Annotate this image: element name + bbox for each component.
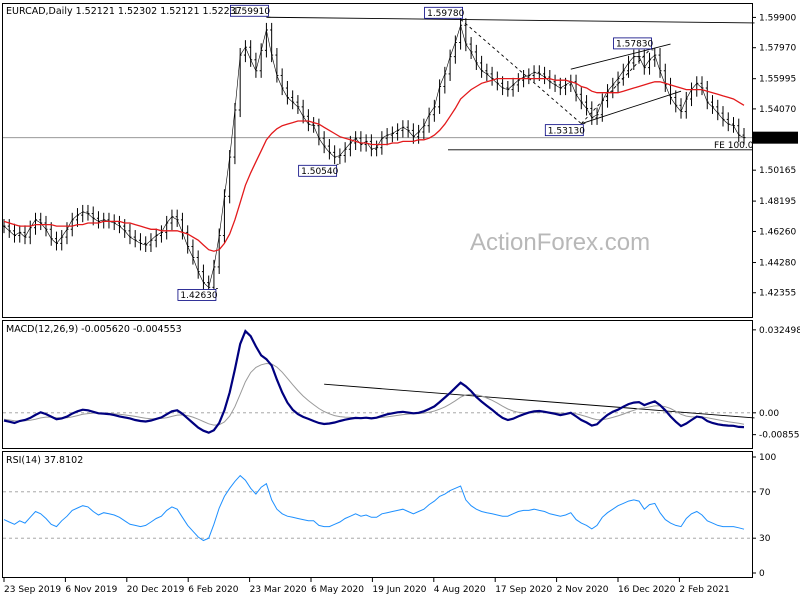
macd-y-tick-label: -0.00855 xyxy=(759,431,799,441)
price-y-tick-label: 1.48195 xyxy=(759,197,796,207)
x-tick-label: 19 Jun 2020 xyxy=(372,585,426,595)
price-y-tick-label: 1.42355 xyxy=(759,289,796,299)
x-tick-label: 6 Feb 2020 xyxy=(188,585,239,595)
level-label-text: 1.42630 xyxy=(180,291,217,301)
price-trend-line xyxy=(581,90,682,125)
rsi-line xyxy=(3,474,745,542)
level-label-text: 1.57830 xyxy=(616,40,653,50)
rsi-panel-header: RSI(14) 37.8102 xyxy=(6,455,83,466)
x-tick-label: 4 Aug 2020 xyxy=(434,585,486,595)
current-price-tag-text: 1.52237 xyxy=(757,134,794,144)
price-marks: 1.599001.579701.559951.540701.521451.501… xyxy=(2,4,798,301)
x-tick-label: 17 Sep 2020 xyxy=(495,585,552,595)
rsi-marks: 100 70 30 0 xyxy=(3,453,776,579)
macd-y-tick-label: 0.032498 xyxy=(759,326,800,336)
x-tick-label: 6 May 2020 xyxy=(311,585,364,595)
price-y-tick-label: 1.59900 xyxy=(759,13,796,23)
price-trend-line xyxy=(266,16,755,24)
price-panel-header: EURCAD,Daily 1.52121 1.52302 1.52121 1.5… xyxy=(6,6,242,17)
level-label-text: 1.50540 xyxy=(301,167,338,177)
x-tick-label: 16 Dec 2020 xyxy=(618,585,676,595)
rsi-y-tick-label: 70 xyxy=(759,488,771,498)
forex-chart: ActionForex.com 1.59900 1.57970 1.55995 1.5… xyxy=(2,3,800,595)
price-panel-frame xyxy=(2,3,753,318)
level-label-text: 1.53130 xyxy=(548,126,585,136)
macd-marks: 0.032498 0.00 -0.00855 xyxy=(3,326,800,441)
rsi-y-tick-label: 100 xyxy=(759,453,776,463)
macd-line xyxy=(3,329,745,434)
price-trend-line xyxy=(460,18,582,124)
x-tick-label: 23 Sep 2019 xyxy=(4,585,61,595)
watermark: ActionForex.com xyxy=(470,229,650,256)
x-tick-label: 6 Nov 2019 xyxy=(65,585,117,595)
price-moving-average xyxy=(3,77,745,252)
price-y-tick-label: 1.54070 xyxy=(759,105,796,115)
x-tick-label: 2 Feb 2021 xyxy=(679,585,729,595)
rsi-y-tick-label: 30 xyxy=(759,534,771,544)
fe-level-label: FE 100.0 xyxy=(714,141,754,151)
rsi-y-tick-label: 0 xyxy=(759,569,765,579)
price-y-tick-label: 1.46260 xyxy=(759,227,796,237)
macd-panel-header: MACD(12,26,9) -0.005620 -0.004553 xyxy=(6,324,182,335)
price-y-tick-label: 1.57970 xyxy=(759,44,796,54)
macd-y-tick-label: 0.00 xyxy=(759,409,779,419)
price-y-tick-label: 1.44280 xyxy=(759,259,796,269)
level-label-text: 1.59780 xyxy=(427,9,464,19)
price-y-tick-label: 1.55995 xyxy=(759,75,796,85)
x-tick-label: 23 Mar 2020 xyxy=(250,585,307,595)
x-axis: 23 Sep 2019 6 Nov 2019 20 Dec 2019 6 Feb 20… xyxy=(3,578,730,595)
x-tick-label: 20 Dec 2019 xyxy=(127,585,185,595)
macd-panel-frame xyxy=(2,320,753,449)
rsi-panel-frame xyxy=(2,451,753,578)
price-y-tick-label: 1.50165 xyxy=(759,166,796,176)
x-tick-label: 2 Nov 2020 xyxy=(557,585,609,595)
